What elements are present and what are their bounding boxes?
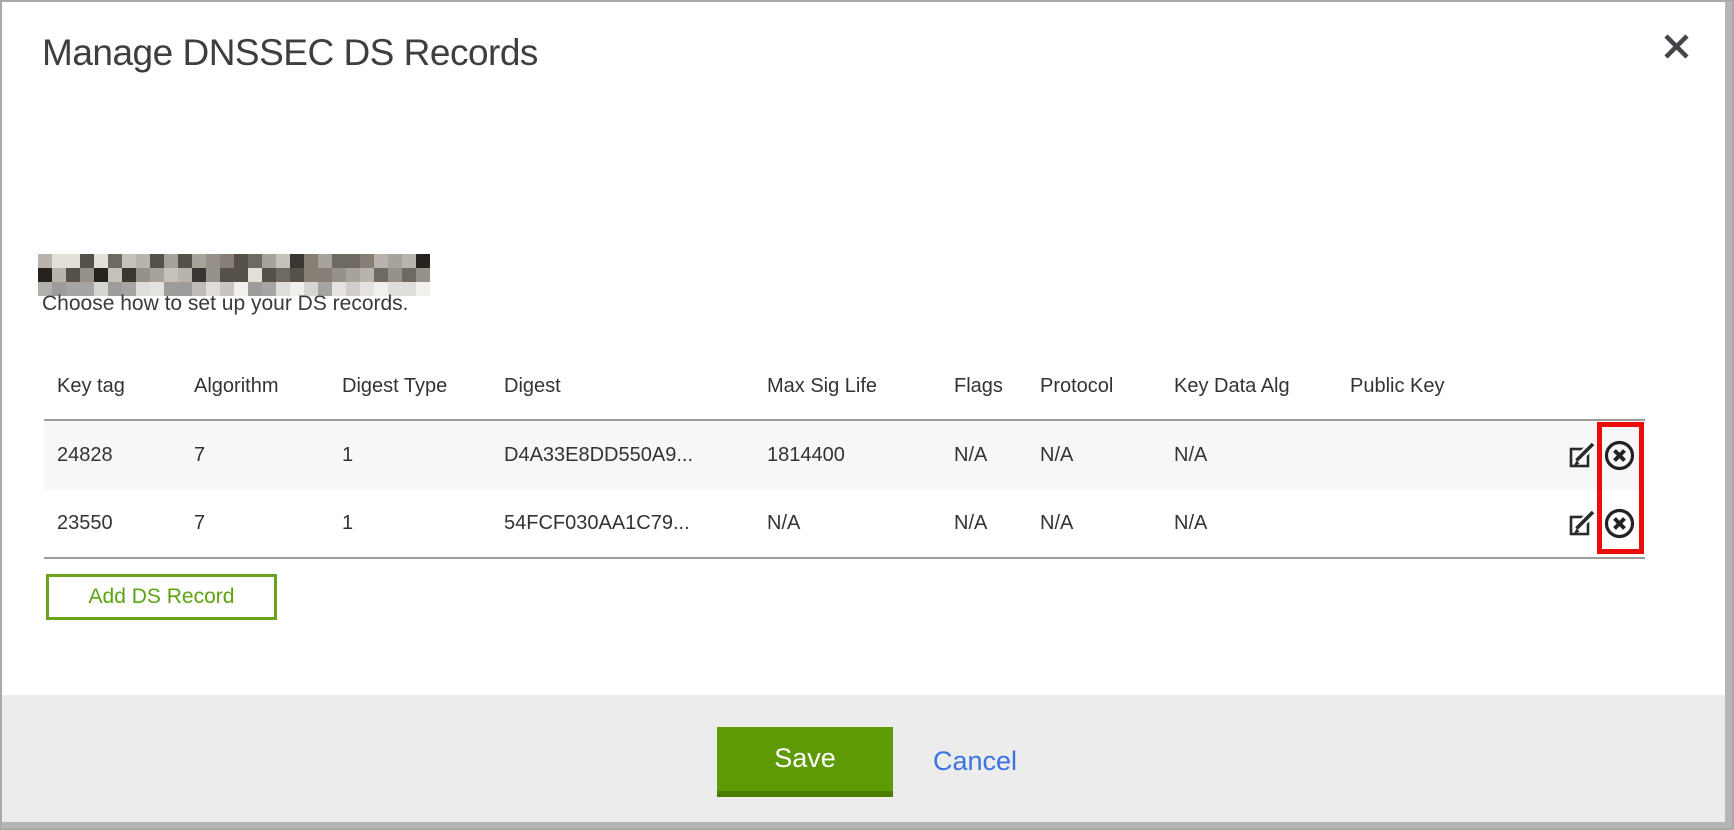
column-header-flags: Flags — [954, 375, 1040, 398]
redacted-domain — [38, 254, 430, 296]
circle-x-icon — [1603, 507, 1636, 540]
edit-pencil-square-icon — [1567, 441, 1597, 471]
window-edge-right — [1725, 2, 1732, 828]
cell-digest: 54FCF030AA1C79... — [504, 512, 767, 535]
cell-key-tag: 24828 — [44, 444, 194, 467]
close-icon — [1663, 33, 1690, 60]
delete-record-button[interactable] — [1603, 507, 1636, 540]
column-header-algorithm: Algorithm — [194, 375, 342, 398]
manage-dnssec-ds-records-dialog: Manage DNSSEC DS Records Choose how to s… — [0, 0, 1734, 830]
ds-records-table: Key tag Algorithm Digest Type Digest Max… — [44, 354, 1645, 559]
row-actions — [1550, 490, 1645, 557]
cell-flags: N/A — [954, 512, 1040, 535]
table-row: 24828 7 1 D4A33E8DD550A9... 1814400 N/A … — [44, 421, 1645, 490]
cell-digest: D4A33E8DD550A9... — [504, 444, 767, 467]
column-header-key-data-alg: Key Data Alg — [1174, 375, 1350, 398]
cell-key-data-alg: N/A — [1174, 444, 1350, 467]
cell-digest-type: 1 — [342, 512, 504, 535]
edit-pencil-square-icon — [1567, 509, 1597, 539]
table-header-row: Key tag Algorithm Digest Type Digest Max… — [44, 354, 1645, 421]
row-actions — [1550, 421, 1645, 490]
cell-max-sig-life: N/A — [767, 512, 954, 535]
cell-flags: N/A — [954, 444, 1040, 467]
cell-algorithm: 7 — [194, 512, 342, 535]
edit-record-button[interactable] — [1567, 441, 1597, 471]
column-header-key-tag: Key tag — [44, 375, 194, 398]
cell-algorithm: 7 — [194, 444, 342, 467]
save-button[interactable]: Save — [717, 727, 893, 797]
cell-max-sig-life: 1814400 — [767, 444, 954, 467]
window-edge-bottom — [2, 822, 1732, 828]
cell-protocol: N/A — [1040, 512, 1174, 535]
column-header-protocol: Protocol — [1040, 375, 1174, 398]
cell-key-data-alg: N/A — [1174, 512, 1350, 535]
cell-key-tag: 23550 — [44, 512, 194, 535]
column-header-digest-type: Digest Type — [342, 375, 504, 398]
cell-digest-type: 1 — [342, 444, 504, 467]
intro-text: Choose how to set up your DS records. — [42, 292, 409, 316]
close-button[interactable] — [1654, 24, 1698, 68]
dialog-footer: Save Cancel — [2, 695, 1732, 828]
add-ds-record-button[interactable]: Add DS Record — [46, 574, 277, 620]
table-row: 23550 7 1 54FCF030AA1C79... N/A N/A N/A … — [44, 490, 1645, 559]
dialog-title: Manage DNSSEC DS Records — [42, 32, 538, 74]
cancel-link[interactable]: Cancel — [933, 746, 1017, 777]
column-header-max-sig-life: Max Sig Life — [767, 375, 954, 398]
edit-record-button[interactable] — [1567, 509, 1597, 539]
cell-protocol: N/A — [1040, 444, 1174, 467]
column-header-digest: Digest — [504, 375, 767, 398]
circle-x-icon — [1603, 439, 1636, 472]
column-header-public-key: Public Key — [1350, 375, 1550, 398]
delete-record-button[interactable] — [1603, 439, 1636, 472]
